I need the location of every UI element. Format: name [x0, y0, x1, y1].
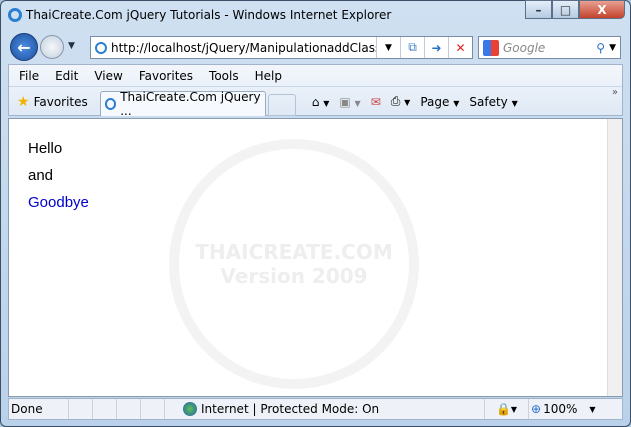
navigation-bar: ← ▼ http://localhost/jQuery/Manipulation…	[8, 32, 623, 62]
vertical-scrollbar[interactable]	[607, 119, 622, 396]
menu-tools[interactable]: Tools	[201, 69, 247, 83]
zoom-icon: ⊕	[531, 402, 542, 416]
address-bar[interactable]: http://localhost/jQuery/ManipulationaddC…	[90, 36, 473, 59]
menu-view[interactable]: View	[86, 69, 130, 83]
ie-icon	[104, 97, 117, 110]
favorites-bar: ★ Favorites ThaiCreate.Com jQuery ... ⌂ …	[9, 87, 622, 118]
watermark-version: Version 2009	[220, 264, 368, 288]
menu-edit[interactable]: Edit	[47, 69, 86, 83]
feeds-icon[interactable]: ▣ ▼	[339, 95, 360, 109]
address-dropdown-icon[interactable]: ▼	[376, 37, 400, 58]
zoom-level: 100%	[543, 402, 578, 416]
forward-button[interactable]	[40, 35, 64, 59]
chevron-icon[interactable]: »	[612, 87, 618, 98]
protected-mode-icon[interactable]: 🔒 ▼	[485, 399, 529, 419]
globe-icon	[183, 402, 197, 416]
menu-help[interactable]: Help	[247, 69, 290, 83]
security-zone[interactable]: Internet | Protected Mode: On	[165, 399, 485, 419]
zone-label: Internet | Protected Mode: On	[201, 402, 380, 416]
text-and: and	[28, 167, 54, 184]
url-input[interactable]: http://localhost/jQuery/ManipulationaddC…	[107, 41, 376, 55]
recent-pages-dropdown[interactable]: ▼	[68, 41, 75, 51]
google-icon	[483, 39, 499, 56]
new-tab-button[interactable]	[267, 93, 296, 116]
title-bar: ThaiCreate.Com jQuery Tutorials - Window…	[8, 6, 391, 24]
zoom-control[interactable]: ⊕ 100% ▼	[529, 399, 599, 419]
text-hello: Hello	[28, 140, 63, 157]
menu-file[interactable]: File	[11, 69, 47, 83]
text-goodbye: Goodbye	[28, 194, 89, 211]
ie-icon	[8, 8, 22, 22]
menu-favorites[interactable]: Favorites	[131, 69, 201, 83]
back-button[interactable]: ←	[10, 33, 38, 61]
print-icon[interactable]: ⎙ ▼	[391, 94, 411, 109]
star-icon: ★	[17, 93, 30, 110]
stop-icon[interactable]: ✕	[448, 37, 472, 58]
search-box[interactable]: Google ⚲ ▼	[478, 36, 621, 59]
close-button[interactable]: X	[579, 0, 625, 19]
mail-icon[interactable]: ✉	[371, 95, 381, 109]
go-icon[interactable]: ➜	[424, 37, 448, 58]
safety-menu[interactable]: Safety ▼	[469, 95, 517, 109]
tab-current[interactable]: ThaiCreate.Com jQuery ...	[99, 89, 266, 118]
menu-bar: File Edit View Favorites Tools Help	[9, 65, 622, 87]
search-icon[interactable]: ⚲	[596, 41, 605, 55]
minimize-button[interactable]: –	[525, 0, 552, 19]
search-input[interactable]: Google	[503, 41, 592, 55]
tab-title: ThaiCreate.Com jQuery ...	[120, 89, 261, 118]
maximize-button[interactable]: □	[552, 0, 579, 19]
watermark-text: THAICREATE.COM	[195, 240, 393, 264]
status-bar: Done Internet | Protected Mode: On 🔒 ▼ ⊕…	[8, 398, 623, 420]
window-title: ThaiCreate.Com jQuery Tutorials - Window…	[26, 8, 392, 22]
status-text: Done	[9, 399, 69, 419]
favorites-button[interactable]: ★ Favorites	[9, 94, 96, 110]
page-icon	[95, 41, 107, 54]
home-icon[interactable]: ⌂ ▼	[312, 95, 330, 109]
page-content: THAICREATE.COM Version 2009 Hello and Go…	[8, 118, 623, 397]
favorites-label: Favorites	[33, 94, 88, 109]
search-options-icon[interactable]: ▼	[609, 43, 616, 53]
watermark: THAICREATE.COM Version 2009	[169, 139, 419, 389]
page-menu[interactable]: Page ▼	[420, 95, 459, 109]
compatibility-view-icon[interactable]: ⧉	[400, 37, 424, 58]
